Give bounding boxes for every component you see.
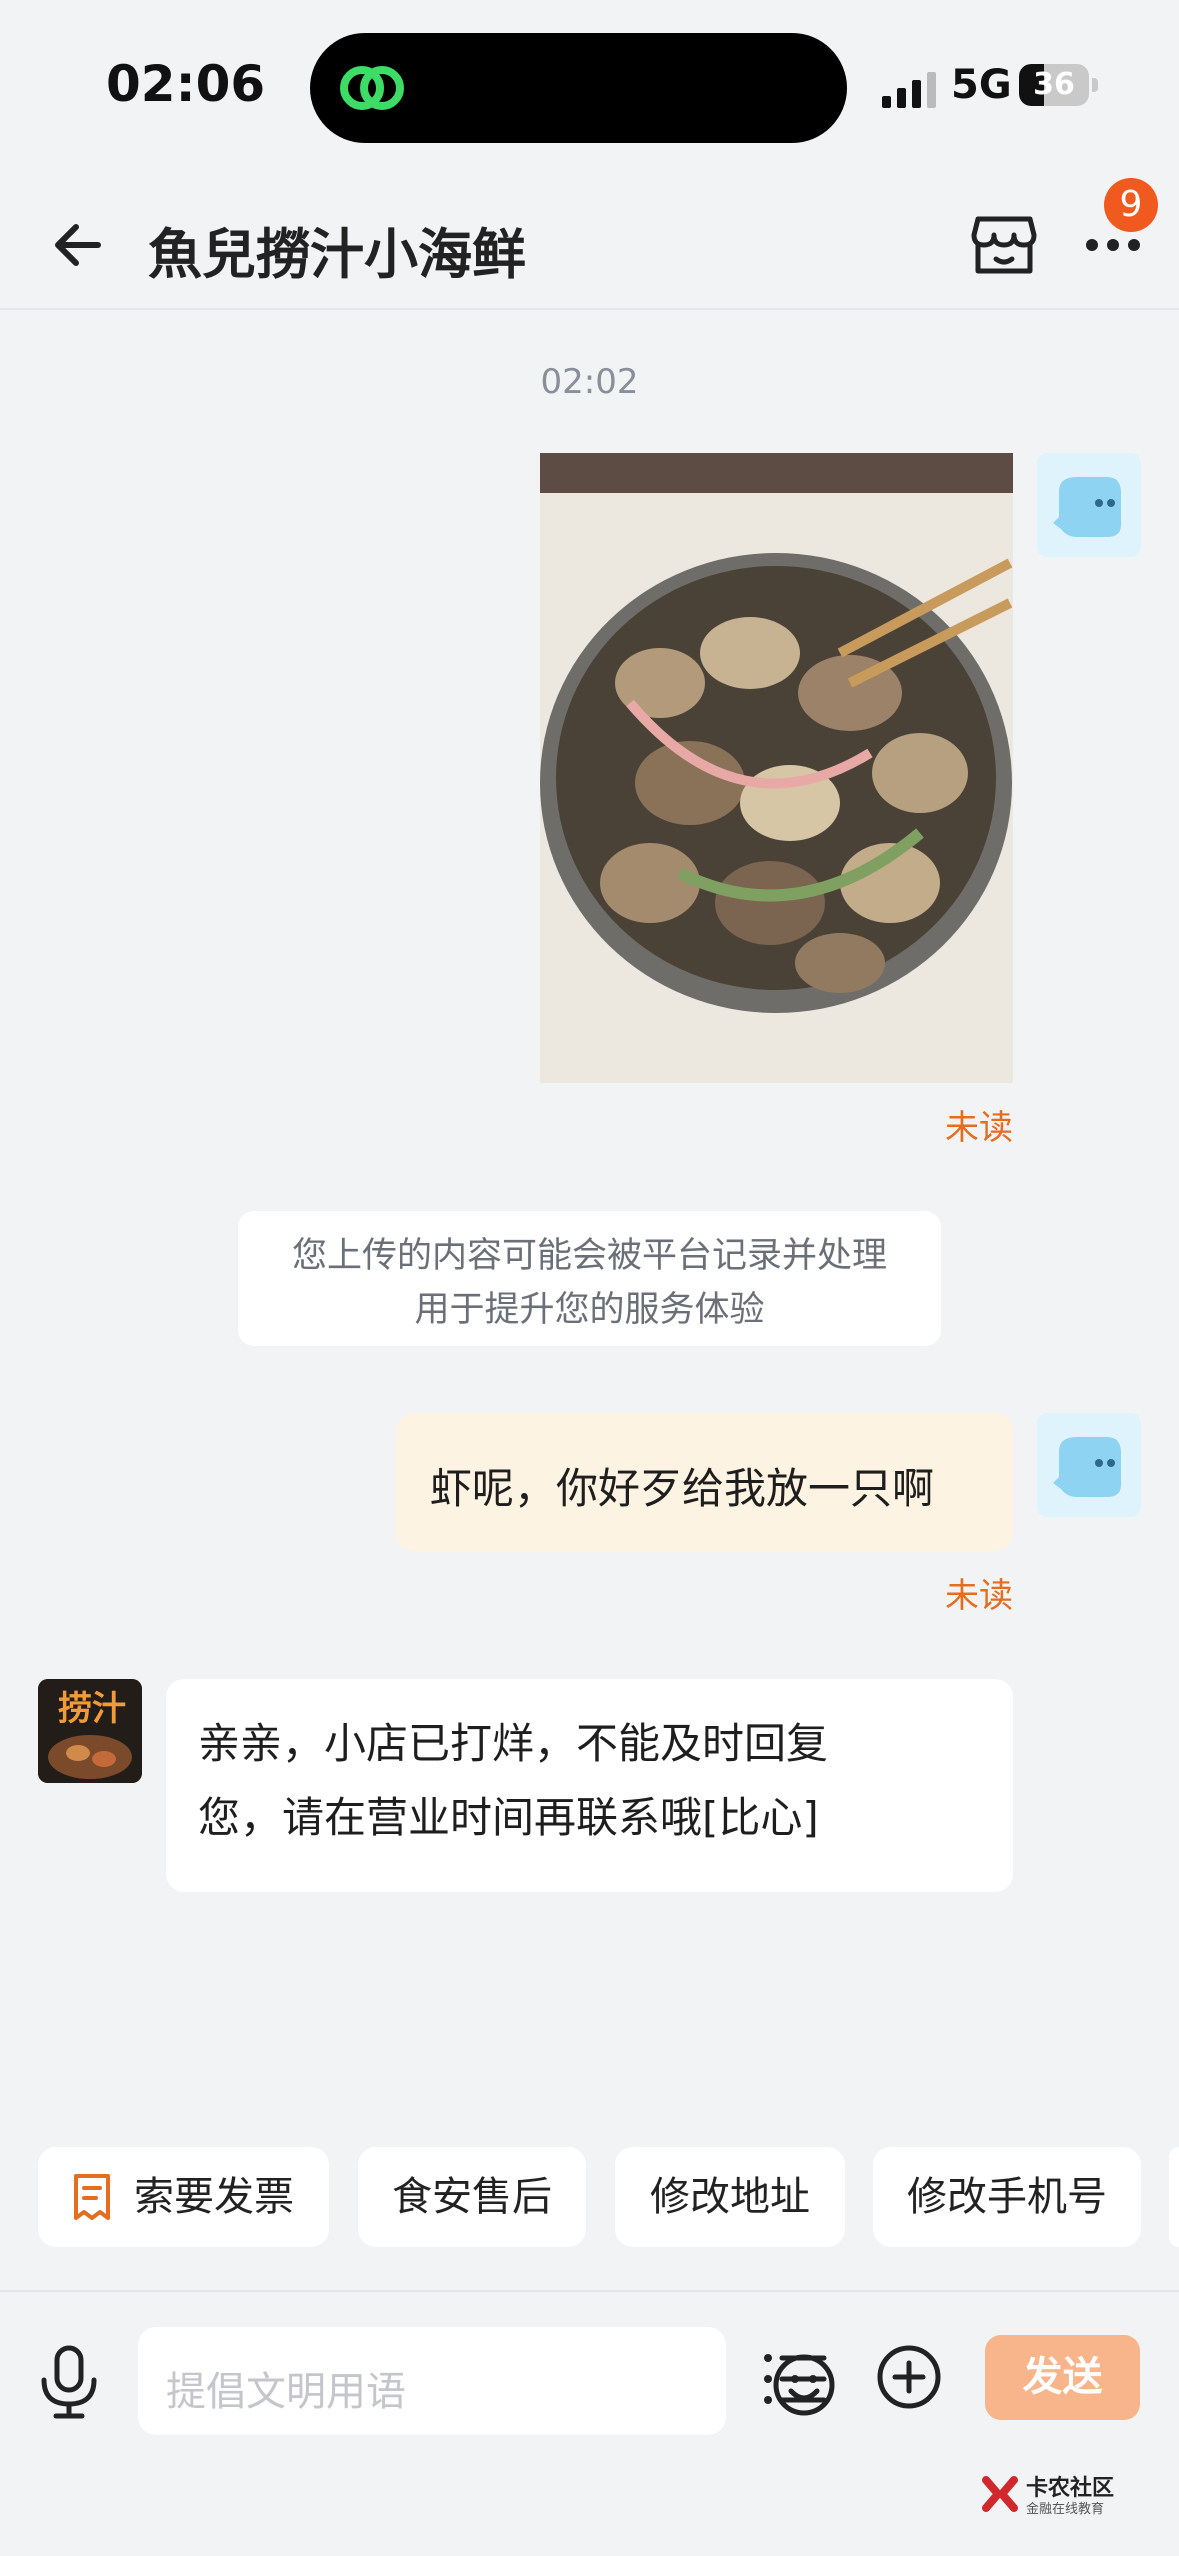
dynamic-island (310, 33, 847, 143)
status-time: 02:06 (106, 55, 266, 113)
blue-mascot-icon (1053, 1437, 1121, 1497)
watermark: 卡农社区 金融在线教育 (980, 2470, 1140, 2520)
status-bar: 02:06 5G 36 (0, 0, 1179, 175)
battery-cap (1092, 78, 1098, 92)
chat-header: 魚兒撈汁小海鲜 (0, 175, 1179, 310)
change-phone-chip[interactable]: 修改手机号 (873, 2147, 1141, 2247)
request-invoice-chip[interactable]: 索要发票 (38, 2147, 329, 2247)
shop-auto-reply[interactable]: 亲亲，小店已打烊，不能及时回复 您，请在营业时间再联系哦[比心] (166, 1679, 1013, 1892)
receipt-icon (74, 2174, 110, 2220)
watermark-subtitle: 金融在线教育 (1026, 2502, 1105, 2517)
input-placeholder: 提倡文明用语 (166, 2369, 406, 2415)
battery-icon: 36 (1019, 64, 1089, 106)
more-chips-edge[interactable] (1169, 2147, 1179, 2247)
list-menu-icon[interactable] (760, 2344, 830, 2414)
my-text-message[interactable]: 虾呢，你好歹给我放一只啊 (396, 1413, 1013, 1551)
message-timestamp: 02:02 (540, 362, 639, 402)
chip-label: 索要发票 (134, 2174, 294, 2220)
store-icon[interactable] (968, 205, 1040, 281)
network-type: 5G (951, 62, 1012, 108)
plus-circle-icon[interactable] (874, 2342, 944, 2412)
reply-line-2: 您，请在营业时间再联系哦[比心] (198, 1793, 819, 1842)
shop-title[interactable]: 魚兒撈汁小海鲜 (148, 210, 526, 289)
blue-mascot-icon (1053, 477, 1121, 537)
food-safety-chip[interactable]: 食安售后 (358, 2147, 586, 2247)
send-button[interactable]: 发送 (985, 2335, 1140, 2420)
battery-level: 36 (1033, 67, 1075, 102)
unread-status: 未读 (945, 1576, 1013, 1616)
microphone-icon[interactable] (34, 2342, 104, 2422)
kanong-logo-icon (982, 2476, 1018, 2512)
my-avatar[interactable] (1037, 1413, 1141, 1517)
quick-actions-bar: 索要发票 食安售后 修改地址 修改手机号 (0, 2147, 1179, 2247)
my-avatar[interactable] (1037, 453, 1141, 557)
link-app-icon (340, 66, 404, 110)
unread-status: 未读 (945, 1108, 1013, 1148)
sent-photo-message[interactable] (540, 453, 1013, 1083)
back-arrow-icon[interactable] (40, 205, 120, 285)
shop-avatar[interactable]: 捞汁 (38, 1679, 142, 1783)
notice-line-2: 用于提升您的服务体验 (414, 1290, 765, 1330)
change-address-chip[interactable]: 修改地址 (615, 2147, 845, 2247)
signal-icon (882, 72, 936, 108)
system-notice: 您上传的内容可能会被平台记录并处理 用于提升您的服务体验 (238, 1211, 941, 1346)
reply-line-1: 亲亲，小店已打烊，不能及时回复 (198, 1719, 829, 1768)
clam-dish-photo (540, 453, 1013, 1083)
message-input[interactable]: 提倡文明用语 (138, 2327, 835, 2435)
shop-logo-text: 捞汁 (58, 1689, 126, 1729)
notification-badge: 9 (1104, 178, 1158, 232)
notice-line-1: 您上传的内容可能会被平台记录并处理 (291, 1236, 887, 1276)
input-bar: 提倡文明用语 发送 卡农社区 金融在线教育 (0, 2290, 1179, 2556)
